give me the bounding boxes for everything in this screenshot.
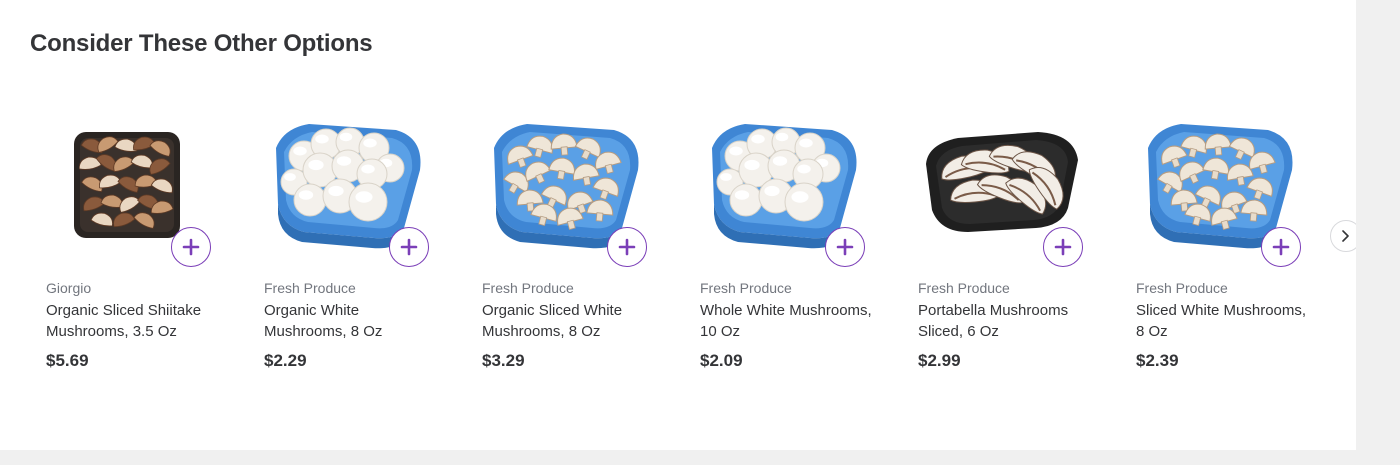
product-card[interactable]: Fresh Produce Organic White Mushrooms, 8 … [264, 108, 464, 388]
add-to-cart-button[interactable] [1261, 227, 1301, 267]
product-brand: Fresh Produce [264, 280, 356, 296]
product-name[interactable]: Organic Sliced White Mushrooms, 8 Oz [482, 300, 657, 342]
product-price: $3.29 [482, 351, 525, 370]
page-gutter [1356, 0, 1400, 465]
product-card[interactable]: Giorgio Organic Sliced Shiitake Mushrooms… [46, 108, 246, 388]
add-to-cart-button[interactable] [1043, 227, 1083, 267]
product-carousel: Giorgio Organic Sliced Shiitake Mushrooms… [46, 108, 1336, 388]
product-brand: Fresh Produce [1136, 280, 1228, 296]
chevron-right-icon [1342, 230, 1349, 242]
product-brand: Fresh Produce [700, 280, 792, 296]
product-price: $5.69 [46, 351, 89, 370]
add-to-cart-button[interactable] [389, 227, 429, 267]
product-card[interactable]: Fresh Produce Organic Sliced White Mushro… [482, 108, 682, 388]
section-title: Consider These Other Options [30, 30, 373, 57]
product-price: $2.09 [700, 351, 743, 370]
product-card[interactable]: Fresh Produce Sliced White Mushrooms, 8 O… [1136, 108, 1336, 388]
product-name[interactable]: Portabella Mushrooms Sliced, 6 Oz [918, 300, 1093, 342]
product-card[interactable]: Fresh Produce Whole White Mushrooms, 10 O… [700, 108, 900, 388]
add-to-cart-button[interactable] [607, 227, 647, 267]
product-price: $2.29 [264, 351, 307, 370]
product-brand: Giorgio [46, 280, 92, 296]
product-name[interactable]: Organic White Mushrooms, 8 Oz [264, 300, 439, 342]
product-brand: Fresh Produce [918, 280, 1010, 296]
product-carousel-panel: Consider These Other Options Giorgio Orga… [0, 0, 1362, 450]
plus-icon [1054, 238, 1072, 256]
plus-icon [836, 238, 854, 256]
product-price: $2.39 [1136, 351, 1179, 370]
plus-icon [400, 238, 418, 256]
plus-icon [1272, 238, 1290, 256]
product-name[interactable]: Sliced White Mushrooms, 8 Oz [1136, 300, 1311, 342]
product-card[interactable]: Fresh Produce Portabella Mushrooms Sliced… [918, 108, 1118, 388]
product-name[interactable]: Whole White Mushrooms, 10 Oz [700, 300, 875, 342]
add-to-cart-button[interactable] [825, 227, 865, 267]
add-to-cart-button[interactable] [171, 227, 211, 267]
product-price: $2.99 [918, 351, 961, 370]
product-brand: Fresh Produce [482, 280, 574, 296]
plus-icon [618, 238, 636, 256]
plus-icon [182, 238, 200, 256]
product-name[interactable]: Organic Sliced Shiitake Mushrooms, 3.5 O… [46, 300, 221, 342]
